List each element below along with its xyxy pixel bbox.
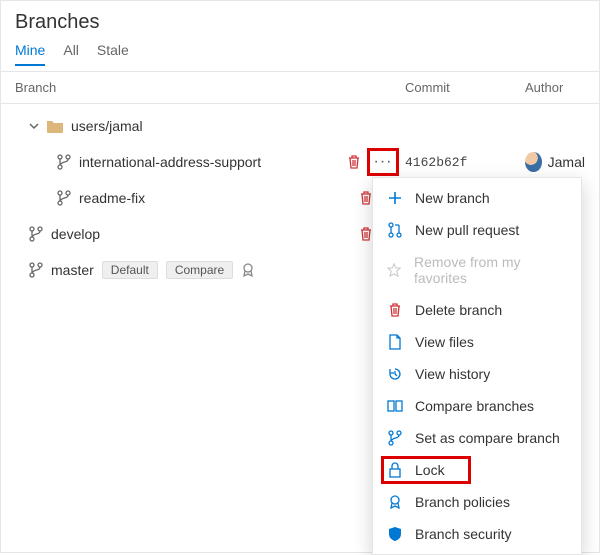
- menu-remove-fav: Remove from my favorites: [373, 246, 581, 294]
- branch-name[interactable]: master: [51, 262, 94, 278]
- menu-label: New pull request: [415, 222, 519, 238]
- menu-branch-security[interactable]: Branch security: [373, 518, 581, 550]
- menu-label: Delete branch: [415, 302, 502, 318]
- menu-delete-branch[interactable]: Delete branch: [373, 294, 581, 326]
- menu-view-files[interactable]: View files: [373, 326, 581, 358]
- author-name: Jamal: [548, 154, 585, 170]
- branch-name[interactable]: international-address-support: [79, 154, 261, 170]
- menu-new-pr[interactable]: New pull request: [373, 214, 581, 246]
- tab-all[interactable]: All: [63, 42, 79, 65]
- page-title: Branches: [15, 11, 585, 34]
- plus-icon: [387, 191, 403, 205]
- compare-badge: Compare: [166, 261, 233, 279]
- menu-view-history[interactable]: View history: [373, 358, 581, 390]
- menu-label: Remove from my favorites: [414, 254, 567, 286]
- tab-stale[interactable]: Stale: [97, 42, 129, 65]
- folder-name: users/jamal: [71, 118, 143, 134]
- col-branch[interactable]: Branch: [15, 80, 405, 95]
- menu-branch-policies[interactable]: Branch policies: [373, 486, 581, 518]
- file-icon: [387, 334, 403, 350]
- tabs: Mine All Stale: [1, 42, 599, 72]
- col-commit[interactable]: Commit: [405, 80, 525, 95]
- menu-new-branch[interactable]: New branch: [373, 182, 581, 214]
- menu-label: Branch security: [415, 526, 511, 542]
- menu-label: New branch: [415, 190, 490, 206]
- branch-icon: [29, 226, 43, 242]
- table-header: Branch Commit Author: [1, 72, 599, 104]
- delete-icon[interactable]: [359, 190, 373, 206]
- trash-icon: [387, 302, 403, 318]
- menu-lock[interactable]: Lock: [373, 454, 581, 486]
- menu-set-compare[interactable]: Set as compare branch: [373, 422, 581, 454]
- delete-icon[interactable]: [347, 154, 361, 170]
- default-badge: Default: [102, 261, 158, 279]
- pull-request-icon: [387, 222, 403, 238]
- compare-icon: [387, 400, 403, 412]
- menu-label: Compare branches: [415, 398, 534, 414]
- medal-icon: [387, 494, 403, 510]
- col-author[interactable]: Author: [525, 80, 585, 95]
- lock-icon: [387, 462, 403, 478]
- avatar: [525, 152, 542, 172]
- branch-name[interactable]: readme-fix: [79, 190, 145, 206]
- menu-label: Branch policies: [415, 494, 510, 510]
- commit-hash[interactable]: 4162b62f: [405, 155, 525, 170]
- history-icon: [387, 366, 403, 382]
- more-button[interactable]: ···: [369, 150, 397, 174]
- menu-label: View history: [415, 366, 490, 382]
- delete-icon[interactable]: [359, 226, 373, 242]
- table-row[interactable]: international-address-support ··· 4162b6…: [1, 144, 599, 180]
- tab-mine[interactable]: Mine: [15, 42, 45, 66]
- branch-icon: [29, 262, 43, 278]
- folder-row[interactable]: users/jamal: [1, 108, 599, 144]
- menu-label: Set as compare branch: [415, 430, 560, 446]
- medal-icon: [241, 262, 255, 278]
- menu-label: View files: [415, 334, 474, 350]
- branch-icon: [387, 430, 403, 446]
- branch-name[interactable]: develop: [51, 226, 100, 242]
- context-menu: New branch New pull request Remove from …: [372, 177, 582, 555]
- menu-compare-branches[interactable]: Compare branches: [373, 390, 581, 422]
- chevron-down-icon[interactable]: [29, 121, 39, 131]
- menu-label: Lock: [415, 462, 445, 478]
- branch-icon: [57, 154, 71, 170]
- star-icon: [387, 263, 402, 277]
- shield-icon: [387, 526, 403, 542]
- folder-icon: [47, 119, 63, 133]
- branch-icon: [57, 190, 71, 206]
